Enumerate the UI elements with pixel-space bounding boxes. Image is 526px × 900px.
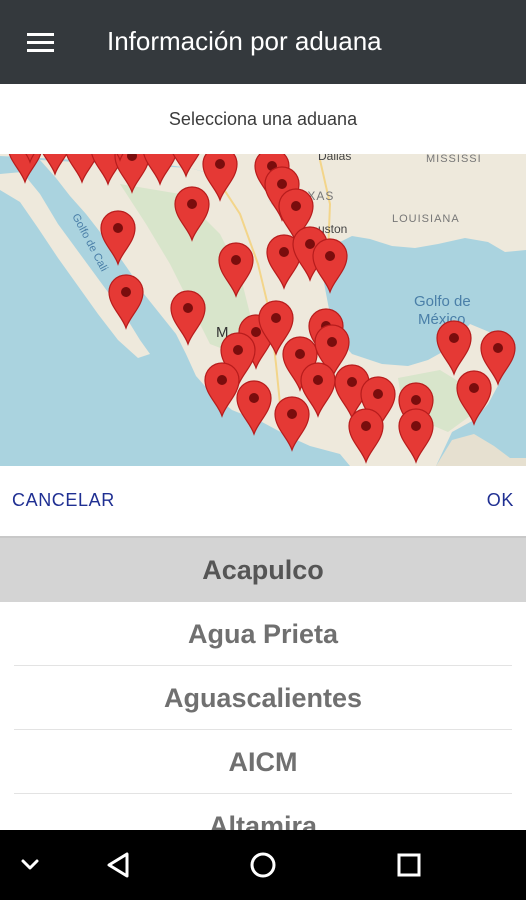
picker-item-selected[interactable]: Acapulco	[0, 538, 526, 602]
picker-item[interactable]: Agua Prieta	[14, 602, 512, 666]
label-mississippi: MISSISSI	[426, 154, 482, 165]
map-canvas[interactable]: Dallas MISSISSI TEXAS uston LOUISIANA Go…	[0, 154, 526, 466]
dialog-header: Selecciona una aduana	[0, 84, 526, 154]
label-gulf-line1: Golfo de	[414, 293, 471, 310]
back-icon[interactable]	[88, 830, 148, 900]
hamburger-menu-icon[interactable]	[18, 24, 62, 60]
label-louisiana: LOUISIANA	[392, 213, 460, 225]
picker-item[interactable]: Altamira	[14, 794, 512, 830]
label-dallas: Dallas	[318, 154, 351, 163]
chevron-down-icon[interactable]	[0, 830, 60, 900]
ok-button[interactable]: OK	[487, 490, 514, 511]
dialog-prompt: Selecciona una aduana	[168, 109, 358, 129]
cancel-button[interactable]: CANCELAR	[12, 490, 115, 511]
customs-map[interactable]: Dallas MISSISSI TEXAS uston LOUISIANA Go…	[0, 154, 526, 466]
home-icon[interactable]	[233, 830, 293, 900]
picker-item[interactable]: Aguascalientes	[14, 666, 512, 730]
picker-item[interactable]: AICM	[14, 730, 512, 794]
app-bar: Información por aduana	[0, 0, 526, 84]
dialog-actions: CANCELAR OK	[0, 466, 526, 536]
recents-icon[interactable]	[379, 830, 439, 900]
app-title: Información por aduana	[107, 26, 382, 56]
system-nav-bar	[0, 830, 526, 900]
customs-picker[interactable]: Acapulco Agua Prieta Aguascalientes AICM…	[0, 536, 526, 830]
